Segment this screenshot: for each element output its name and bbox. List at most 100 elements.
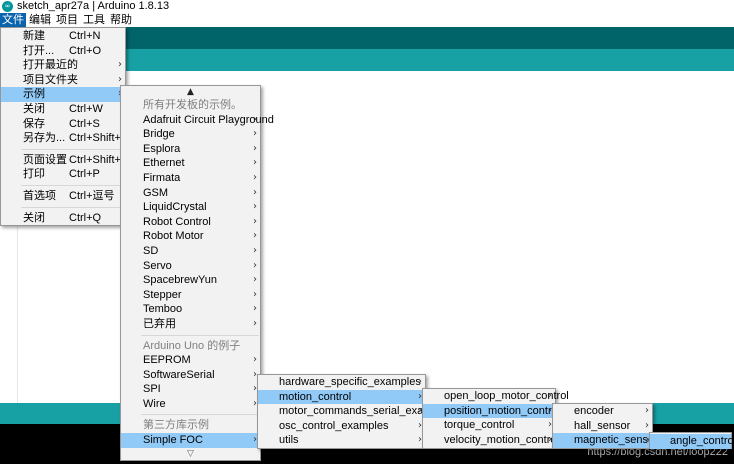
examples-menu: ▲ 所有开发板的示例。 Adafruit Circuit Playground ›… — [120, 85, 274, 461]
menu-item-open-loop[interactable]: open_loop_motor_control › — [423, 389, 569, 404]
menu-item-label: encoder — [574, 405, 614, 417]
menu-item-shortcut: Ctrl+逗号 — [69, 189, 115, 202]
chevron-right-icon: › — [253, 259, 257, 271]
scroll-down-icon[interactable]: ▽ — [121, 448, 260, 460]
menu-item-example[interactable]: SoftwareSerial › — [121, 368, 260, 383]
menu-item-angle-control[interactable]: angle_control — [650, 434, 734, 449]
menu-item-open[interactable]: 打开... Ctrl+O — [1, 44, 125, 59]
menu-item-example[interactable]: Ethernet › — [121, 156, 260, 171]
menu-item-motor-commands[interactable]: motor_commands_serial_examples › — [258, 404, 453, 419]
menu-file[interactable]: 文件 — [0, 13, 26, 27]
menu-item-hardware-specific[interactable]: hardware_specific_examples › — [258, 375, 425, 390]
chevron-right-icon: › — [253, 113, 257, 125]
menu-item-example[interactable]: 已弃用 › — [121, 317, 260, 332]
menu-item-example[interactable]: Firmata › — [121, 171, 260, 186]
menu-item-quit[interactable]: 关闭 Ctrl+Q — [1, 211, 125, 226]
menu-item-close[interactable]: 关闭 Ctrl+W — [1, 102, 125, 117]
menu-item-position-motion[interactable]: position_motion_control › — [423, 403, 560, 419]
menu-item-label: 关闭 — [23, 211, 45, 224]
menu-item-label: 打印 — [23, 168, 45, 181]
menu-item-example[interactable]: Stepper › — [121, 288, 260, 303]
menu-divider — [21, 206, 124, 208]
menu-item-save-as[interactable]: 另存为... Ctrl+Shift+S — [1, 131, 128, 146]
menu-item-sketchbook[interactable]: 项目文件夹 › — [1, 73, 125, 88]
menu-item-label: utils — [279, 434, 299, 447]
menu-item-example[interactable]: Wire › — [121, 397, 260, 412]
menu-divider — [21, 184, 124, 186]
menu-item-shortcut: Ctrl+O — [69, 44, 102, 57]
chevron-right-icon: › — [645, 419, 649, 431]
menu-item-example[interactable]: EEPROM › — [121, 353, 260, 368]
chevron-right-icon: › — [118, 59, 122, 71]
menu-item-examples[interactable]: 示例› — [1, 87, 125, 102]
menu-item-label: SD — [143, 244, 159, 257]
menu-item-label: hardware_specific_examples — [279, 376, 421, 388]
menu-item-label: SoftwareSerial — [143, 368, 215, 381]
menu-tools[interactable]: 工具 — [81, 13, 107, 27]
menu-item-torque-control[interactable]: torque_control › — [423, 418, 555, 433]
menu-item-new[interactable]: 新建 Ctrl+N — [1, 29, 125, 44]
menu-item-label: 打开... — [23, 44, 55, 57]
menu-item-label: Esplora — [143, 142, 181, 155]
menu-item-save[interactable]: 保存 Ctrl+S — [1, 117, 125, 132]
menu-item-example[interactable]: Esplora › — [121, 142, 260, 157]
menu-item-label: motion_control — [279, 390, 352, 403]
menu-item-velocity-motion[interactable]: velocity_motion_control › — [423, 433, 559, 448]
menu-item-example[interactable]: Robot Control › — [121, 215, 260, 230]
menu-item-utils[interactable]: utils › — [258, 433, 425, 448]
menu-divider — [141, 414, 259, 416]
menu-item-example[interactable]: Robot Motor › — [121, 229, 260, 244]
chevron-right-icon: › — [253, 354, 257, 366]
menu-sketch[interactable]: 项目 — [54, 13, 80, 27]
menu-section-header: 第三方库示例 — [143, 419, 209, 432]
menu-help[interactable]: 帮助 — [108, 13, 134, 27]
menu-section-header: 所有开发板的示例。 — [143, 99, 242, 111]
menu-item-label: velocity_motion_control — [444, 433, 559, 446]
chevron-right-icon: › — [253, 201, 257, 213]
window-title: sketch_apr27a | Arduino 1.8.13 — [17, 0, 170, 12]
menu-item-label: EEPROM — [143, 354, 191, 367]
chevron-right-icon: › — [253, 288, 257, 300]
menu-item-example[interactable]: SD › — [121, 244, 260, 259]
menu-item-example[interactable]: Bridge › — [121, 127, 260, 142]
menu-item-label: 打开最近的 — [23, 59, 78, 72]
menu-item-example[interactable]: Adafruit Circuit Playground › — [121, 113, 274, 128]
menu-item-page-setup[interactable]: 页面设置 Ctrl+Shift+P — [1, 153, 128, 168]
motion-control-menu: open_loop_motor_control › position_motion… — [422, 388, 569, 449]
menu-item-label: 关闭 — [23, 102, 45, 115]
menu-item-label: Bridge — [143, 128, 175, 141]
menu-item-label: SPI — [143, 383, 161, 396]
menu-item-example[interactable]: Temboo › — [121, 302, 260, 317]
menu-item-label: 新建 — [23, 30, 45, 42]
menu-item-motion-control[interactable]: motion_control › — [258, 389, 425, 405]
menu-item-magnetic-sensor[interactable]: magnetic_sensor › — [553, 433, 658, 448]
menu-item-simple-foc[interactable]: Simple FOC › — [121, 433, 260, 448]
menu-item-shortcut: Ctrl+N — [69, 30, 101, 42]
menu-item-shortcut: Ctrl+W — [69, 102, 103, 115]
menu-item-label: angle_control — [670, 435, 734, 447]
menu-item-hall-sensor[interactable]: hall_sensor › — [553, 419, 652, 434]
title-bar: ∞ sketch_apr27a | Arduino 1.8.13 — [0, 0, 734, 13]
chevron-right-icon: › — [253, 230, 257, 242]
menu-item-preferences[interactable]: 首选项 Ctrl+逗号 — [1, 189, 125, 204]
scroll-up-icon[interactable]: ▲ — [121, 86, 260, 98]
menu-item-example[interactable]: Servo › — [121, 259, 260, 274]
menu-item-osc-control[interactable]: osc_control_examples › — [258, 419, 425, 434]
menu-item-print[interactable]: 打印 Ctrl+P — [1, 167, 125, 182]
menu-item-open-recent[interactable]: 打开最近的 › — [1, 58, 125, 73]
position-motion-menu: encoder › hall_sensor › magnetic_sensor › — [552, 403, 658, 449]
menu-item-example[interactable]: LiquidCrystal › — [121, 200, 260, 215]
menu-edit[interactable]: 编辑 — [27, 13, 53, 27]
menu-item-label: Robot Control — [143, 215, 211, 228]
menu-item-example[interactable]: SPI › — [121, 382, 260, 397]
chevron-right-icon: › — [253, 128, 257, 140]
menu-item-label: Ethernet — [143, 157, 185, 170]
menu-item-example[interactable]: SpacebrewYun › — [121, 273, 260, 288]
chevron-right-icon: › — [253, 215, 257, 227]
menu-item-example[interactable]: GSM › — [121, 186, 260, 201]
menu-section-header: Arduino Uno 的例子 — [143, 339, 241, 352]
menu-item-label: LiquidCrystal — [143, 201, 207, 214]
menu-item-label: position_motion_control — [444, 404, 561, 417]
menu-item-encoder[interactable]: encoder › — [553, 404, 652, 419]
chevron-right-icon: › — [253, 244, 257, 256]
